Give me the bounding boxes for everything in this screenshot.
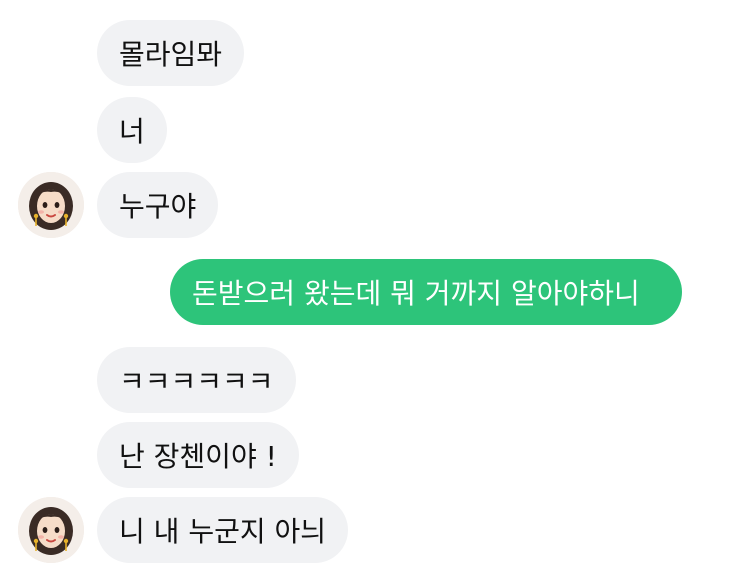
avatar-icon <box>18 497 84 563</box>
chat-bubble-incoming[interactable]: 난 장첸이야 ! <box>97 422 299 488</box>
message-text: 누구야 <box>119 190 197 223</box>
message-text: 너 <box>119 115 145 148</box>
chat-bubble-incoming[interactable]: 너 <box>97 97 167 163</box>
message-text: 돈받으러 왔는데 뭐 거까지 알아야하니 <box>192 277 640 310</box>
sender-avatar[interactable] <box>18 497 84 563</box>
message-text: ㅋㅋㅋㅋㅋㅋ <box>119 365 274 398</box>
chat-bubble-outgoing[interactable]: 돈받으러 왔는데 뭐 거까지 알아야하니 <box>170 259 682 325</box>
chat-bubble-incoming[interactable]: 몰라임뫄 <box>97 20 245 86</box>
message-text: 몰라임뫄 <box>119 38 223 71</box>
avatar-icon <box>18 172 84 238</box>
message-text: 니 내 누군지 아늬 <box>119 515 327 548</box>
chat-bubble-incoming[interactable]: ㅋㅋㅋㅋㅋㅋ <box>97 347 296 413</box>
chat-bubble-incoming[interactable]: 니 내 누군지 아늬 <box>97 497 349 563</box>
chat-bubble-incoming[interactable]: 누구야 <box>97 172 219 238</box>
message-text: 난 장첸이야 ! <box>119 440 277 473</box>
sender-avatar[interactable] <box>18 172 84 238</box>
